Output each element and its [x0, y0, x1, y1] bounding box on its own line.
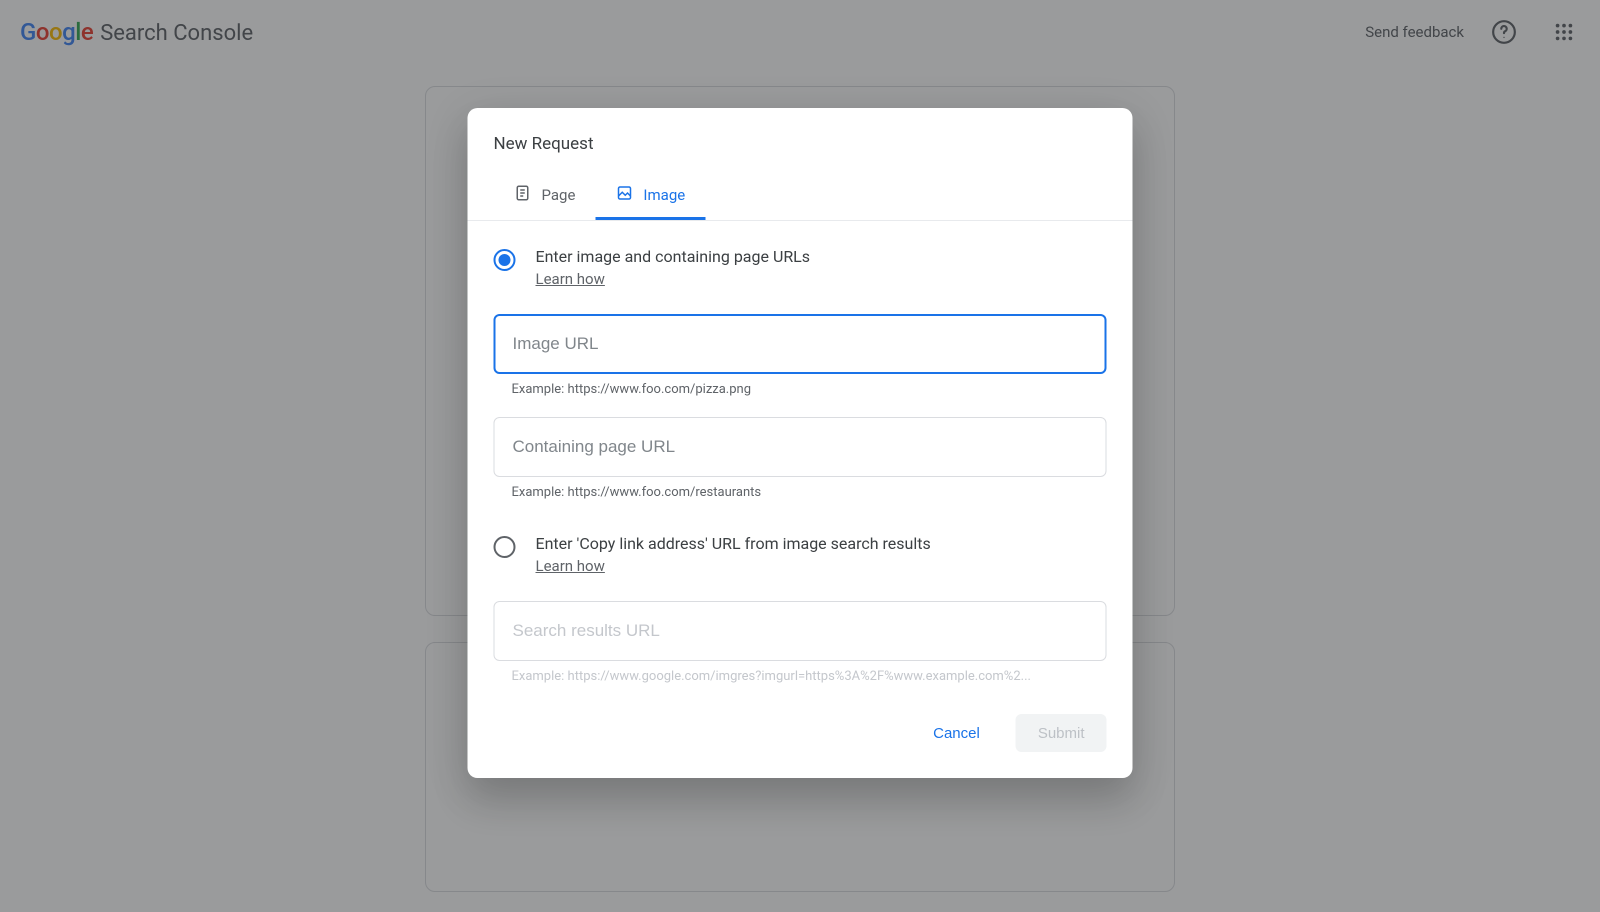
- search-results-url-input: [494, 601, 1107, 661]
- image-url-input[interactable]: [494, 314, 1107, 374]
- radio-option-1[interactable]: [494, 249, 516, 271]
- image-url-example: Example: https://www.foo.com/pizza.png: [494, 374, 1107, 397]
- image-url-field-block: Example: https://www.foo.com/pizza.png: [494, 314, 1107, 397]
- containing-page-url-field-block: Example: https://www.foo.com/restaurants: [494, 417, 1107, 500]
- tab-page[interactable]: Page: [494, 172, 596, 220]
- option-1-learn-how-link[interactable]: Learn how: [536, 270, 605, 288]
- option-2-learn-how-link[interactable]: Learn how: [536, 557, 605, 575]
- option-2-label: Enter 'Copy link address' URL from image…: [536, 534, 931, 553]
- option-image-and-page-urls[interactable]: Enter image and containing page URLs Lea…: [494, 247, 1107, 294]
- option-1-text: Enter image and containing page URLs Lea…: [536, 247, 811, 288]
- new-request-dialog: New Request Page Image Enter image and c…: [468, 108, 1133, 778]
- image-icon: [615, 184, 633, 206]
- dialog-actions: Cancel Submit: [468, 684, 1133, 778]
- containing-page-url-input[interactable]: [494, 417, 1107, 477]
- dialog-title: New Request: [468, 108, 1133, 172]
- containing-page-url-example: Example: https://www.foo.com/restaurants: [494, 477, 1107, 500]
- search-results-url-field-block: Example: https://www.google.com/imgres?i…: [494, 601, 1107, 684]
- cancel-button[interactable]: Cancel: [911, 714, 1002, 752]
- submit-button[interactable]: Submit: [1016, 714, 1107, 752]
- dialog-body: Enter image and containing page URLs Lea…: [468, 221, 1133, 684]
- dialog-tabs: Page Image: [468, 172, 1133, 221]
- tab-image-label: Image: [643, 186, 685, 204]
- option-2-text: Enter 'Copy link address' URL from image…: [536, 534, 931, 575]
- search-results-url-example: Example: https://www.google.com/imgres?i…: [494, 661, 1107, 684]
- option-copy-link-address[interactable]: Enter 'Copy link address' URL from image…: [494, 534, 1107, 581]
- option-1-label: Enter image and containing page URLs: [536, 247, 811, 266]
- tab-image[interactable]: Image: [595, 172, 705, 220]
- page-icon: [514, 184, 532, 206]
- radio-option-2[interactable]: [494, 536, 516, 558]
- tab-page-label: Page: [542, 186, 576, 204]
